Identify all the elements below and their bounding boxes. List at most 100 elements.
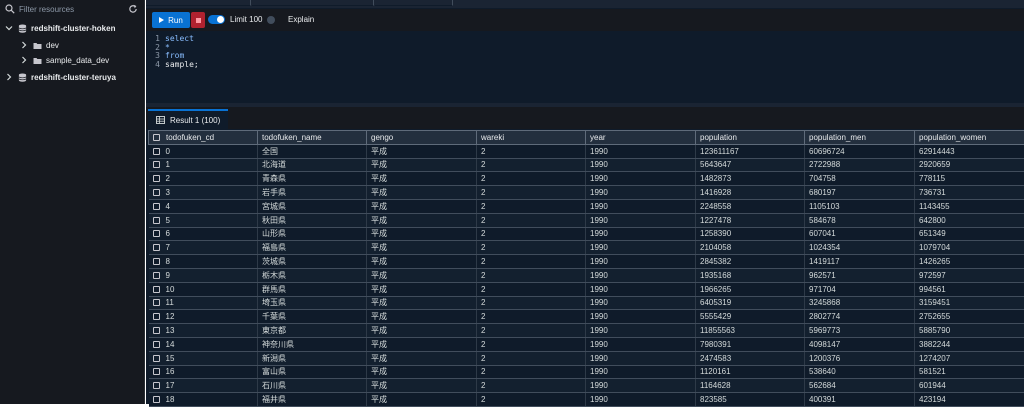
table-row[interactable]: 5秋田県平成219901227478584678642800 [149,213,1024,227]
cell-value: 2 [481,367,485,376]
code-text[interactable]: sample; [165,60,199,69]
editor-tab[interactable] [375,0,453,6]
limit-toggle[interactable] [208,15,225,24]
filter-resources-input[interactable]: Filter resources [19,5,128,14]
row-checkbox[interactable] [153,299,160,306]
row-checkbox[interactable] [153,230,160,237]
table-cell: 6 [149,227,258,241]
column-header-label: todofuken_cd [166,133,214,142]
row-checkbox[interactable] [153,175,160,182]
cell-value: 2802774 [809,312,840,321]
table-row[interactable]: 8茨城県平成21990284538214191171426265 [149,255,1024,269]
editor-toolbar: Run Limit 100 Explain [146,9,1024,31]
cell-value: 1990 [590,216,608,225]
chevron-down-icon[interactable] [5,24,13,32]
row-checkbox[interactable] [153,272,160,279]
row-checkbox[interactable] [153,244,160,251]
chevron-right-icon[interactable] [20,56,28,64]
tree-item[interactable]: redshift-cluster-teruya [5,70,116,84]
table-row[interactable]: 10群馬県平成219901966265971704994561 [149,282,1024,296]
chevron-right-icon[interactable] [20,41,28,49]
table-row[interactable]: 0全国平成219901236111676069672462914443 [149,144,1024,158]
table-cell: 562684 [805,379,915,393]
cell-value: 18 [166,395,175,404]
row-checkbox[interactable] [153,382,160,389]
table-icon [156,116,165,124]
row-checkbox[interactable] [153,286,160,293]
cell-value: 1990 [590,312,608,321]
run-button[interactable]: Run [152,12,190,28]
table-row[interactable]: 12千葉県平成21990555542928027742752655 [149,310,1024,324]
column-header[interactable]: gengo [367,131,477,145]
table-row[interactable]: 6山形県平成219901258390607041651349 [149,227,1024,241]
refresh-icon[interactable] [128,4,138,14]
column-header[interactable]: wareki [477,131,586,145]
table-row[interactable]: 15新潟県平成21990247458312003761274207 [149,351,1024,365]
table-cell: 1990 [586,186,696,200]
row-checkbox[interactable] [153,355,160,362]
tree-item[interactable]: sample_data_dev [20,53,109,67]
cell-value: 平成 [371,312,387,321]
editor-tab[interactable] [252,0,374,6]
column-header[interactable]: todofuken_cd [149,131,258,145]
table-row[interactable]: 17石川県平成219901164628562684601944 [149,379,1024,393]
row-checkbox[interactable] [153,217,160,224]
column-header[interactable]: population_women [915,131,1024,145]
filter-resources-bar[interactable]: Filter resources [2,2,142,16]
row-checkbox[interactable] [153,189,160,196]
tab-result-1[interactable]: Result 1 (100) [148,109,228,129]
explain-toggle[interactable] [267,16,275,24]
stop-button[interactable] [191,12,205,28]
row-checkbox[interactable] [153,161,160,168]
table-cell: 1935168 [696,268,805,282]
table-header-row: todofuken_cd todofuken_namegengowarekiyea… [149,131,1024,145]
table-cell: 2845382 [696,255,805,269]
column-header[interactable]: population [696,131,805,145]
tree-item[interactable]: dev [20,38,59,52]
row-checkbox[interactable] [153,313,160,320]
chevron-right-icon[interactable] [5,73,13,81]
table-cell: 埼玉県 [258,296,367,310]
select-all-checkbox[interactable] [153,134,160,141]
table-row[interactable]: 14神奈川県平成21990798039140981473882244 [149,337,1024,351]
sql-editor[interactable]: 1select2*3from4sample; [146,31,1024,103]
table-row[interactable]: 18福井県平成21990823585400391423194 [149,393,1024,407]
table-cell: 2 [477,158,586,172]
table-row[interactable]: 2青森県平成219901482873704758778115 [149,172,1024,186]
table-row[interactable]: 11埼玉県平成21990640531932458683159451 [149,296,1024,310]
cell-value: 1990 [590,243,608,252]
row-checkbox[interactable] [153,148,160,155]
row-checkbox[interactable] [153,368,160,375]
row-checkbox[interactable] [153,203,160,210]
column-header[interactable]: year [586,131,696,145]
table-cell: 平成 [367,296,477,310]
table-cell: 東京都 [258,324,367,338]
tree-item[interactable]: redshift-cluster-hoken [5,21,115,35]
row-checkbox[interactable] [153,341,160,348]
cell-value: 平成 [371,229,387,238]
row-checkbox[interactable] [153,327,160,334]
row-checkbox[interactable] [153,258,160,265]
database-icon [18,73,27,82]
cell-value: 平成 [371,174,387,183]
editor-tab[interactable] [146,0,251,6]
table-cell: 704758 [805,172,915,186]
table-row[interactable]: 1北海道平成21990564364727229882920659 [149,158,1024,172]
table-row[interactable]: 4宮城県平成21990224855811051031143455 [149,199,1024,213]
cell-value: 1164628 [700,381,731,390]
row-checkbox[interactable] [153,396,160,403]
table-cell: 岩手県 [258,186,367,200]
column-header[interactable]: population_men [805,131,915,145]
column-header[interactable]: todofuken_name [258,131,367,145]
table-row[interactable]: 7福島県平成21990210405810243541079704 [149,241,1024,255]
table-cell: 1120161 [696,365,805,379]
code-text[interactable]: select [165,34,194,43]
table-row[interactable]: 9栃木県平成219901935168962571972597 [149,268,1024,282]
cell-value: 423194 [919,395,946,404]
table-row[interactable]: 3岩手県平成219901416928680197736731 [149,186,1024,200]
table-row[interactable]: 16富山県平成219901120161538640581521 [149,365,1024,379]
table-cell: 16 [149,365,258,379]
cell-value: 福井県 [262,395,286,404]
table-row[interactable]: 13東京都平成219901185556359697735885790 [149,324,1024,338]
code-text[interactable]: from [165,51,184,60]
